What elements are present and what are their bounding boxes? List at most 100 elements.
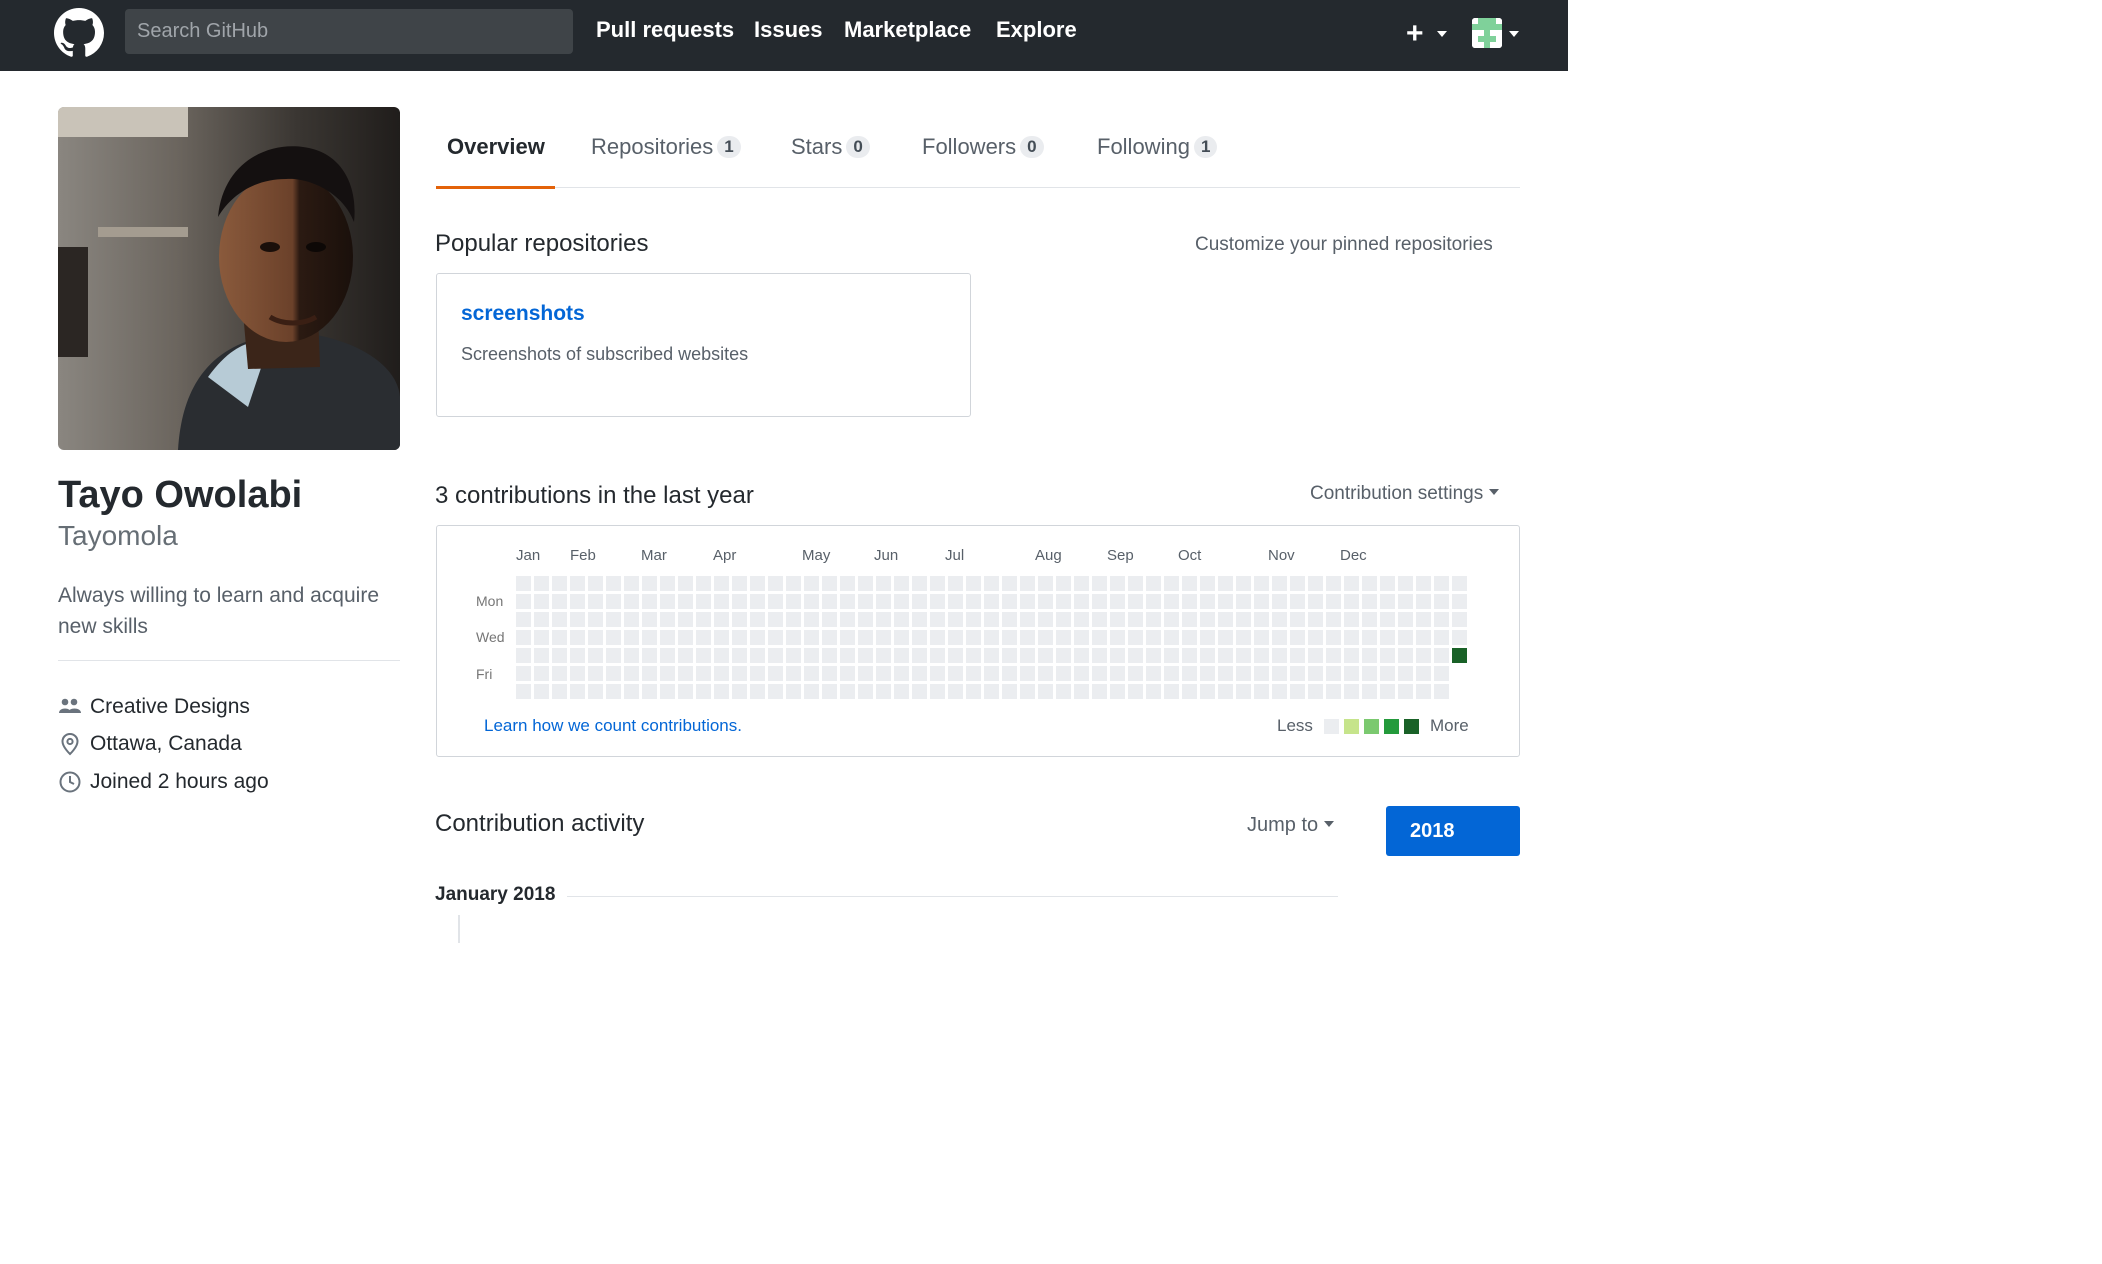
contribution-day-cell[interactable] <box>1128 612 1143 627</box>
contribution-day-cell[interactable] <box>1074 576 1089 591</box>
contribution-day-cell[interactable] <box>984 594 999 609</box>
contribution-day-cell[interactable] <box>588 648 603 663</box>
contribution-day-cell[interactable] <box>804 666 819 681</box>
contribution-day-cell[interactable] <box>768 594 783 609</box>
repo-name-link[interactable]: screenshots <box>461 302 585 326</box>
contribution-day-cell[interactable] <box>732 648 747 663</box>
contribution-day-cell[interactable] <box>534 630 549 645</box>
contribution-day-cell[interactable] <box>822 612 837 627</box>
contribution-day-cell[interactable] <box>516 630 531 645</box>
contribution-day-cell[interactable] <box>552 594 567 609</box>
contribution-day-cell[interactable] <box>1398 648 1413 663</box>
contribution-day-cell[interactable] <box>534 612 549 627</box>
contribution-day-cell[interactable] <box>1182 666 1197 681</box>
contribution-day-cell[interactable] <box>1146 612 1161 627</box>
contribution-day-cell[interactable] <box>1380 684 1395 699</box>
contribution-day-cell[interactable] <box>1182 648 1197 663</box>
contribution-day-cell[interactable] <box>1290 630 1305 645</box>
contribution-day-cell[interactable] <box>624 684 639 699</box>
contribution-day-cell[interactable] <box>1020 612 1035 627</box>
contribution-day-cell[interactable] <box>588 612 603 627</box>
contribution-day-cell[interactable] <box>1398 612 1413 627</box>
contribution-day-cell[interactable] <box>984 576 999 591</box>
contribution-day-cell[interactable] <box>1344 576 1359 591</box>
nav-issues[interactable]: Issues <box>754 17 823 43</box>
contribution-day-cell[interactable] <box>1182 576 1197 591</box>
contribution-day-cell[interactable] <box>912 648 927 663</box>
contribution-day-cell[interactable] <box>840 612 855 627</box>
contribution-day-cell[interactable] <box>966 594 981 609</box>
contribution-day-cell[interactable] <box>1326 630 1341 645</box>
contribution-day-cell[interactable] <box>876 648 891 663</box>
contribution-day-cell[interactable] <box>1164 594 1179 609</box>
contribution-day-cell[interactable] <box>534 594 549 609</box>
contribution-day-cell[interactable] <box>1272 666 1287 681</box>
contribution-day-cell[interactable] <box>1074 666 1089 681</box>
contribution-day-cell[interactable] <box>894 576 909 591</box>
contribution-day-cell[interactable] <box>660 684 675 699</box>
contribution-day-cell[interactable] <box>1218 612 1233 627</box>
contribution-day-cell[interactable] <box>696 630 711 645</box>
contribution-day-cell[interactable] <box>1218 630 1233 645</box>
contribution-day-cell[interactable] <box>534 648 549 663</box>
contribution-day-cell[interactable] <box>660 666 675 681</box>
contribution-day-cell[interactable] <box>1254 648 1269 663</box>
contribution-day-cell[interactable] <box>1002 612 1017 627</box>
contribution-day-cell[interactable] <box>1146 666 1161 681</box>
contribution-day-cell[interactable] <box>1110 576 1125 591</box>
contribution-day-cell[interactable] <box>750 576 765 591</box>
contribution-day-cell[interactable] <box>1002 684 1017 699</box>
contribution-day-cell[interactable] <box>714 666 729 681</box>
contribution-day-cell[interactable] <box>606 666 621 681</box>
tab-followers[interactable]: Followers 0 <box>922 134 1044 160</box>
contribution-day-cell[interactable] <box>894 648 909 663</box>
contribution-day-cell[interactable] <box>804 612 819 627</box>
contribution-day-cell[interactable] <box>1110 594 1125 609</box>
contribution-day-cell[interactable] <box>1200 630 1215 645</box>
contribution-day-cell[interactable] <box>696 684 711 699</box>
contribution-day-cell[interactable] <box>1272 684 1287 699</box>
contribution-day-cell[interactable] <box>1038 576 1053 591</box>
contribution-day-cell[interactable] <box>570 576 585 591</box>
contribution-day-cell[interactable] <box>786 648 801 663</box>
contribution-day-cell[interactable] <box>1074 684 1089 699</box>
contribution-day-cell[interactable] <box>1416 684 1431 699</box>
contribution-day-cell[interactable] <box>570 648 585 663</box>
contribution-day-cell[interactable] <box>822 594 837 609</box>
tab-following[interactable]: Following 1 <box>1097 134 1218 160</box>
contribution-day-cell[interactable] <box>1182 594 1197 609</box>
contribution-day-cell[interactable] <box>1344 666 1359 681</box>
contribution-day-cell[interactable] <box>516 648 531 663</box>
contribution-day-cell[interactable] <box>1434 612 1449 627</box>
contribution-day-cell[interactable] <box>984 684 999 699</box>
contribution-day-cell[interactable] <box>732 666 747 681</box>
contribution-day-cell[interactable] <box>696 648 711 663</box>
contribution-day-cell[interactable] <box>1038 594 1053 609</box>
contribution-day-cell[interactable] <box>1380 594 1395 609</box>
contribution-day-cell[interactable] <box>912 666 927 681</box>
contribution-day-cell[interactable] <box>1344 630 1359 645</box>
contribution-day-cell[interactable] <box>948 612 963 627</box>
contribution-day-cell[interactable] <box>984 648 999 663</box>
contribution-day-cell[interactable] <box>714 612 729 627</box>
contribution-day-cell[interactable] <box>750 648 765 663</box>
contribution-day-cell[interactable] <box>822 630 837 645</box>
contribution-day-cell[interactable] <box>804 648 819 663</box>
contribution-day-cell[interactable] <box>1344 612 1359 627</box>
plus-icon[interactable]: + <box>1406 17 1424 51</box>
contribution-day-cell[interactable] <box>1344 684 1359 699</box>
search-input[interactable]: Search GitHub <box>125 9 573 54</box>
contribution-day-cell[interactable] <box>1398 684 1413 699</box>
contribution-day-cell[interactable] <box>1182 630 1197 645</box>
contribution-day-cell[interactable] <box>624 648 639 663</box>
nav-explore[interactable]: Explore <box>996 17 1077 43</box>
contribution-day-cell[interactable] <box>876 684 891 699</box>
contribution-day-cell[interactable] <box>1146 648 1161 663</box>
contribution-day-cell[interactable] <box>1146 576 1161 591</box>
contribution-day-cell[interactable] <box>1326 648 1341 663</box>
contribution-day-cell[interactable] <box>1020 594 1035 609</box>
contribution-day-cell[interactable] <box>1146 684 1161 699</box>
contribution-day-cell[interactable] <box>714 648 729 663</box>
contribution-day-cell[interactable] <box>516 684 531 699</box>
contribution-day-cell[interactable] <box>552 630 567 645</box>
